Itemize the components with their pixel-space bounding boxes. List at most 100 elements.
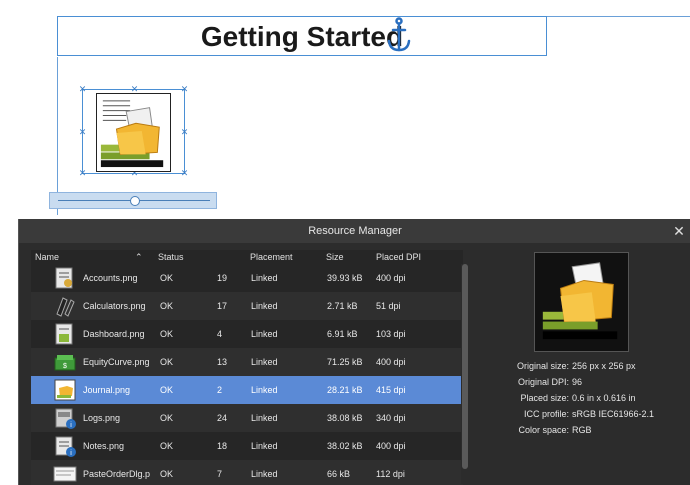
row-dpi: 51 dpi: [376, 301, 401, 311]
list-header: Name ⌃ Status Placement Size Placed DPI: [31, 250, 463, 264]
row-dpi: 340 dpi: [376, 413, 406, 423]
row-name: Journal.png: [83, 385, 131, 395]
row-status: OK: [160, 357, 174, 367]
row-size: 71.25 kB: [327, 357, 363, 367]
row-size: 28.21 kB: [327, 385, 363, 395]
row-placement: Linked: [251, 469, 278, 479]
table-row[interactable]: Dashboard.png OK 4 Linked 6.91 kB 103 dp…: [31, 320, 463, 348]
title-text-frame[interactable]: Getting Started: [57, 16, 547, 56]
row-count: 18: [217, 441, 228, 451]
row-dpi: 400 dpi: [376, 357, 406, 367]
row-count: 13: [217, 357, 228, 367]
row-size: 66 kB: [327, 469, 351, 479]
resize-handle-tl[interactable]: ✕: [78, 85, 87, 94]
calculators-icon: [56, 297, 75, 317]
row-status: OK: [160, 301, 174, 311]
row-count: 17: [217, 301, 228, 311]
paste-order-icon: [53, 466, 77, 482]
row-size: 39.93 kB: [327, 273, 363, 283]
journal-image: [96, 93, 171, 172]
panel-title: Resource Manager: [19, 219, 690, 243]
document-canvas[interactable]: Getting Started ✕ ✕ ✕ ✕ ✕ ✕ ✕ ✕: [0, 0, 690, 215]
icc-profile-label: ICC profile:: [523, 409, 569, 419]
accounts-icon: [55, 267, 73, 289]
anchor-icon[interactable]: [386, 17, 412, 53]
logs-icon: i: [55, 408, 76, 429]
row-count: 19: [217, 273, 228, 283]
column-header-placement[interactable]: Placement: [250, 252, 293, 262]
color-space-label: Color space:: [518, 425, 569, 435]
table-row[interactable]: $ EquityCurve.png OK 13 Linked 71.25 kB …: [31, 348, 463, 376]
row-name: Accounts.png: [83, 273, 138, 283]
row-name: Logs.png: [83, 413, 121, 423]
resource-list[interactable]: Name ⌃ Status Placement Size Placed DPI …: [31, 250, 463, 485]
equity-curve-icon: $: [54, 355, 76, 371]
row-count: 4: [217, 329, 223, 339]
row-size: 2.71 kB: [327, 301, 358, 311]
icc-profile-value: sRGB IEC61966-2.1: [572, 409, 655, 419]
table-row-selected[interactable]: Journal.png OK 2 Linked 28.21 kB 415 dpi: [31, 376, 463, 404]
row-placement: Linked: [251, 357, 278, 367]
row-count: 2: [217, 385, 223, 395]
resize-handle-bl[interactable]: ✕: [78, 169, 87, 178]
original-dpi-label: Original DPI:: [517, 377, 569, 387]
row-name: Calculators.png: [83, 301, 146, 311]
color-space-value: RGB: [572, 425, 592, 435]
row-dpi: 112 dpi: [376, 469, 405, 479]
row-name: Notes.png: [83, 441, 125, 451]
row-size: 38.08 kB: [327, 413, 363, 423]
placed-size-label: Placed size:: [520, 393, 569, 403]
list-scrollbar[interactable]: [461, 264, 469, 484]
page-title: Getting Started: [200, 21, 404, 52]
resize-handle-br[interactable]: ✕: [180, 169, 189, 178]
row-placement: Linked: [251, 385, 278, 395]
scrollbar-thumb[interactable]: [462, 264, 468, 469]
row-status: OK: [160, 413, 174, 423]
row-status: OK: [160, 441, 174, 451]
row-placement: Linked: [251, 273, 278, 283]
row-dpi: 400 dpi: [376, 441, 406, 451]
column-header-size[interactable]: Size: [326, 252, 344, 262]
row-count: 7: [217, 469, 223, 479]
journal-icon: [54, 379, 76, 401]
table-row[interactable]: Accounts.png OK 19 Linked 39.93 kB 400 d…: [31, 264, 463, 292]
resize-handle-r[interactable]: ✕: [180, 128, 189, 137]
original-size-value: 256 px x 256 px: [572, 361, 636, 371]
dashboard-icon: [55, 323, 73, 345]
table-row[interactable]: PasteOrderDlg.p OK 7 Linked 66 kB 112 dp…: [31, 460, 463, 485]
row-count: 24: [217, 413, 228, 423]
preview-image: [534, 252, 629, 352]
resize-handle-l[interactable]: ✕: [78, 128, 87, 137]
row-dpi: 103 dpi: [376, 329, 406, 339]
table-row[interactable]: i Notes.png OK 18 Linked 38.02 kB 400 dp…: [31, 432, 463, 460]
slider-knob[interactable]: [130, 196, 140, 206]
row-status: OK: [160, 329, 174, 339]
row-status: OK: [160, 469, 174, 479]
close-icon[interactable]: ✕: [671, 219, 687, 243]
row-dpi: 415 dpi: [376, 385, 406, 395]
table-row[interactable]: Calculators.png OK 17 Linked 2.71 kB 51 …: [31, 292, 463, 320]
row-placement: Linked: [251, 329, 278, 339]
sort-chevron-up-icon[interactable]: ⌃: [135, 252, 143, 263]
original-dpi-value: 96: [572, 377, 583, 387]
row-name: Dashboard.png: [83, 329, 145, 339]
row-size: 6.91 kB: [327, 329, 358, 339]
row-status: OK: [160, 385, 174, 395]
column-header-status[interactable]: Status: [158, 252, 184, 262]
column-header-name[interactable]: Name: [35, 252, 59, 262]
placed-size-value: 0.6 in x 0.616 in: [572, 393, 636, 403]
svg-text:$: $: [63, 363, 67, 370]
slider-frame[interactable]: [49, 192, 217, 209]
table-row[interactable]: i Logs.png OK 24 Linked 38.08 kB 340 dpi: [31, 404, 463, 432]
column-header-dpi[interactable]: Placed DPI: [376, 252, 421, 262]
row-name: EquityCurve.png: [83, 357, 150, 367]
row-name: PasteOrderDlg.p: [83, 469, 151, 479]
resource-manager-panel: Resource Manager ✕ Name ⌃ Status Placeme…: [18, 219, 690, 485]
row-status: OK: [160, 273, 174, 283]
row-size: 38.02 kB: [327, 441, 363, 451]
resize-handle-tr[interactable]: ✕: [180, 85, 189, 94]
original-size-label: Original size:: [516, 361, 569, 371]
row-placement: Linked: [251, 301, 278, 311]
row-placement: Linked: [251, 413, 278, 423]
row-dpi: 400 dpi: [376, 273, 406, 283]
